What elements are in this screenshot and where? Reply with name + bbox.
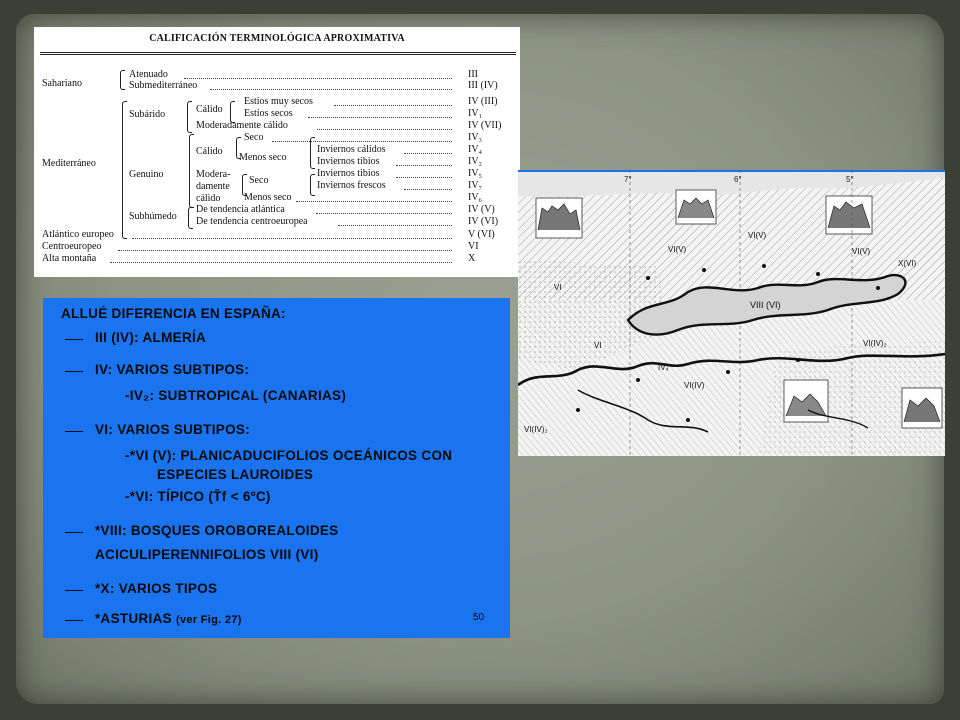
group-menos-seco: Menos seco: [239, 152, 287, 163]
row-code: IV (V): [468, 204, 495, 215]
row-label: Inviernos tibios: [317, 168, 380, 179]
row-label: Menos seco: [244, 192, 292, 203]
bullet-dash: [65, 371, 83, 372]
zone-label: VI(V): [668, 245, 687, 254]
bullet-dash: [65, 590, 83, 591]
row-label: Estíos muy secos: [244, 96, 313, 107]
zone-label: VIII (VI): [750, 300, 781, 310]
row-label: De tendencia atlántica: [196, 204, 285, 215]
group-seco-2: Seco: [249, 175, 269, 186]
note-subitem: -*VI (V): PLANICADUCIFOLIOS OCEÁNICOS CO…: [125, 448, 453, 463]
note-item: *VIII: BOSQUES OROBOREALOIDES: [95, 523, 339, 538]
zone-label: VI(IV)₂: [524, 425, 548, 434]
zone-label: VI(IV): [684, 381, 705, 390]
group-subhumedo: Subhúmedo: [129, 211, 177, 222]
note-subitem-cont: ESPECIES LAUROIDES: [157, 467, 314, 482]
bullet-dash: [65, 620, 83, 621]
row-code: V (VI): [468, 229, 495, 240]
row-label: Estíos secos: [244, 108, 293, 119]
zone-label: VI(V): [748, 231, 767, 240]
group-calido-2: Cálido: [196, 146, 223, 157]
row-code: IV₅: [468, 168, 483, 179]
group-calido-3: cálido: [196, 193, 221, 204]
note-subitem: -*VI: TÍPICO (T̄f < 6ºC): [125, 489, 271, 504]
vegetation-map: 7° 6° 5° VI VI(V) VIII (VI) VI(IV)₂ VI(I…: [518, 170, 945, 456]
note-item-cont: ACICULIPERENNIFOLIOS VIII (VI): [95, 547, 319, 562]
tf-symbol: T̄f: [213, 489, 227, 504]
group-calido-1: Cálido: [196, 104, 223, 115]
longitude-label: 5°: [846, 175, 854, 184]
bullet-dash: [65, 431, 83, 432]
row-code: IV₇: [468, 180, 483, 191]
zone-label: IV₄: [658, 363, 669, 372]
page-number: 50: [473, 612, 485, 623]
row-code: VI: [468, 241, 479, 252]
zone-label: VI: [594, 341, 602, 350]
classification-table: CALIFICACIÓN TERMINOLÓGICA APROXIMATIVA …: [34, 27, 520, 277]
zone-label: VI: [554, 283, 562, 292]
row-code: IV₄: [468, 144, 483, 155]
row-label: De tendencia centroeuropea: [196, 216, 308, 227]
row-code: III (IV): [468, 80, 498, 91]
group-genuino: Genuino: [129, 169, 164, 180]
row-label: Atlántico europeo: [42, 229, 114, 240]
row-code: IV (VII): [468, 120, 502, 131]
row-label: Submediterráneo: [129, 80, 198, 91]
row-code: IV₆: [468, 192, 483, 203]
zone-label: VI(IV)₂: [863, 339, 887, 348]
note-item: *X: VARIOS TIPOS: [95, 581, 218, 596]
group-moderadamente: Modera-: [196, 169, 231, 180]
note-item: III (IV): ALMERÍA: [95, 330, 207, 345]
table-title: CALIFICACIÓN TERMINOLÓGICA APROXIMATIVA: [149, 33, 405, 44]
row-code: IV (III): [468, 96, 498, 107]
row-label: Inviernos tibios: [317, 156, 380, 167]
row-label: Inviernos frescos: [317, 180, 386, 191]
row-code: IV₁: [468, 108, 483, 119]
group-mediterraneo: Mediterráneo: [42, 158, 96, 169]
row-label: Seco: [244, 132, 264, 143]
note-item: VI: VARIOS SUBTIPOS:: [95, 422, 251, 437]
notes-panel: ALLUÉ DIFERENCIA EN ESPAÑA: III (IV): AL…: [43, 298, 510, 638]
bullet-dash: [65, 339, 83, 340]
row-label: Centroeuropeo: [42, 241, 102, 252]
map-drawing: 7° 6° 5° VI VI(V) VIII (VI) VI(IV)₂ VI(I…: [518, 170, 945, 456]
group-damente: damente: [196, 181, 230, 192]
row-label: Moderadamente cálido: [196, 120, 288, 131]
row-code: IV₂: [468, 156, 483, 167]
row-code: IV₃: [468, 132, 483, 143]
bullet-dash: [65, 532, 83, 533]
note-subitem: -IV₂: SUBTROPICAL (CANARIAS): [125, 388, 347, 403]
longitude-label: 7°: [624, 175, 632, 184]
row-code: III: [468, 69, 478, 80]
zone-label: X(VI): [898, 259, 917, 268]
longitude-label: 6°: [734, 175, 742, 184]
note-item: *ASTURIAS (ver Fig. 27): [95, 611, 242, 626]
row-label: Alta montaña: [42, 253, 97, 264]
row-label: Atenuado: [129, 69, 168, 80]
group-sahariano: Sahariano: [42, 78, 82, 89]
note-item: IV: VARIOS SUBTIPOS:: [95, 362, 250, 377]
notes-heading: ALLUÉ DIFERENCIA EN ESPAÑA:: [61, 306, 286, 321]
row-label: Inviernos cálidos: [317, 144, 386, 155]
group-subarido: Subárido: [129, 109, 166, 120]
row-code: X: [468, 253, 476, 264]
row-code: IV (VI): [468, 216, 499, 227]
zone-label: VI(V): [852, 247, 871, 256]
